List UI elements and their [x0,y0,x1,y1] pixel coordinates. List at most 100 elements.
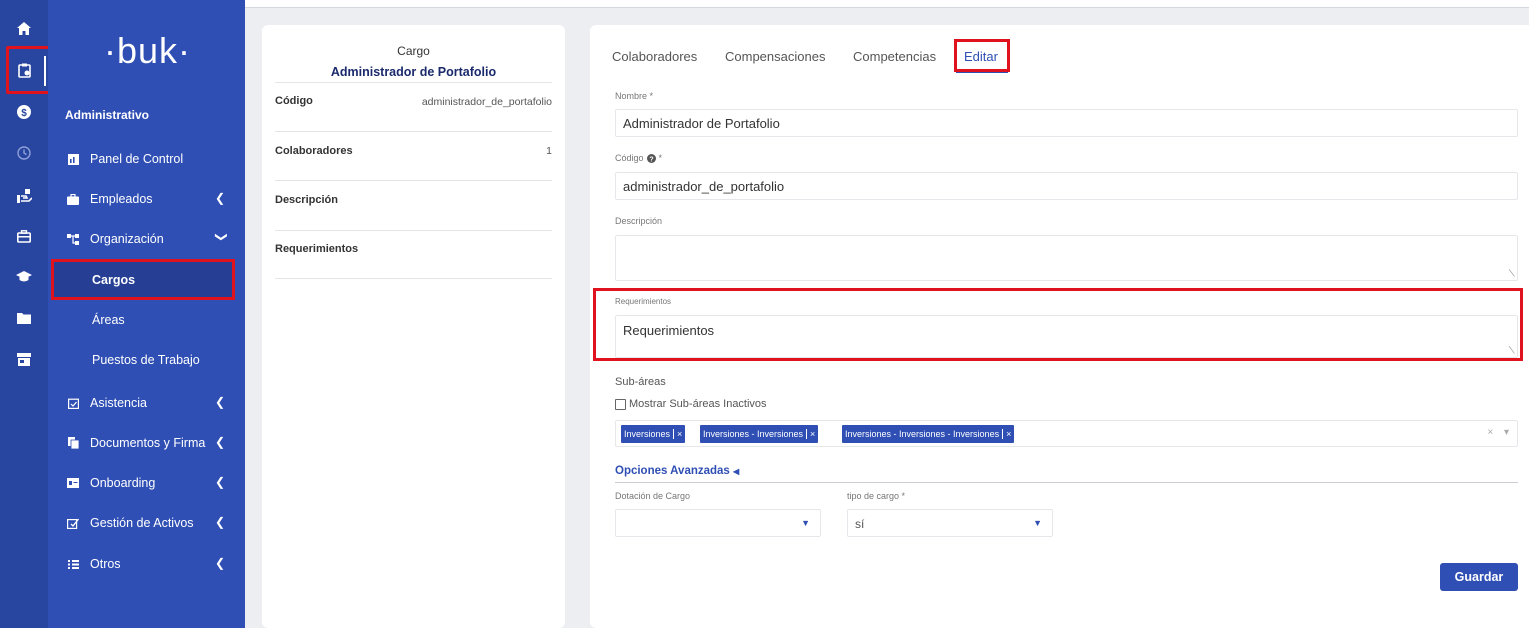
svg-text:$: $ [21,108,27,119]
sidebar-item-asistencia[interactable]: Asistencia ❮ [48,392,245,414]
nombre-label: Nombre * [615,91,654,101]
briefcase-icon[interactable] [0,222,48,250]
home-icon[interactable] [0,14,48,42]
show-inactive-checkbox[interactable] [615,398,626,410]
sidebar-item-otros[interactable]: Otros ❮ [48,553,245,575]
descripcion-textarea[interactable]: ⃥ [615,235,1518,281]
tab-competencias[interactable]: Competencias [853,49,936,64]
rail-active-marker [44,56,46,86]
hand-icon[interactable] [0,182,48,210]
subareas-label: Sub-áreas [615,376,666,388]
chevron-down-icon[interactable]: ▾ [1504,427,1509,438]
tag-remove-icon[interactable]: × [806,429,815,439]
top-bar [245,0,1529,8]
advanced-options-toggle[interactable]: Opciones Avanzadas ◀ [615,465,739,477]
dollar-icon[interactable]: $ [0,98,48,126]
sidebar-item-label: Gestión de Activos [90,516,194,530]
divider [275,131,552,132]
tab-colaboradores[interactable]: Colaboradores [612,49,697,64]
sidebar-subitem-areas[interactable]: Áreas [92,313,125,327]
descripcion-label: Descripción [615,216,663,226]
chevron-left-icon: ❮ [214,556,225,570]
dotacion-select[interactable]: ▼ [615,509,821,537]
cargo-title: Administrador de Portafolio [330,65,497,79]
sidebar-section-title: Administrativo [65,108,150,122]
edit-form-card: Colaboradores Compensaciones Competencia… [590,25,1529,628]
sidebar-item-label: Organización [90,232,164,246]
dashboard-icon [66,152,80,166]
chevron-down-icon: ❮ [212,231,227,243]
tag-label: Inversiones - Inversiones [703,429,804,439]
chevron-left-icon: ❮ [214,191,225,205]
info-label-colaboradores: Colaboradores [275,145,353,157]
sidebar-item-organizacion[interactable]: Organización ❮ [48,228,245,250]
sidebar-item-onboarding[interactable]: Onboarding ❮ [48,472,245,494]
sidebar-item-label: Otros [90,557,121,571]
sidebar-item-panel-de-control[interactable]: Panel de Control [48,148,245,170]
help-icon[interactable]: ? [646,153,656,163]
tipo-cargo-value: sí [855,517,865,531]
info-label-requerimientos: Requerimientos [275,243,359,255]
dropdown-caret-icon: ▼ [1033,518,1042,528]
info-label-descripcion: Descripción [275,194,338,206]
requerimientos-highlight-box [593,288,1523,361]
folder-icon[interactable] [0,304,48,332]
dropdown-caret-icon: ▼ [801,518,810,528]
codigo-label: Código [615,153,644,163]
subareas-multiselect[interactable]: Inversiones × Inversiones - Inversiones … [615,420,1518,447]
assets-icon [66,516,80,530]
tag-label: Inversiones - Inversiones - Inversiones [845,429,1000,439]
multiselect-controls: × ▾ [1487,427,1509,438]
sidebar-item-documentos[interactable]: Documentos y Firma ❮ [48,432,245,454]
chevron-left-icon: ❮ [214,475,225,489]
tipo-cargo-select[interactable]: sí ▼ [847,509,1053,537]
divider [615,482,1518,483]
clear-all-icon[interactable]: × [1487,427,1493,438]
icon-rail: $ [0,0,52,628]
subarea-tag: Inversiones - Inversiones - Inversiones … [842,425,1015,443]
chevron-left-icon: ❮ [214,435,225,449]
sidebar-subitem-puestos[interactable]: Puestos de Trabajo [92,353,200,367]
sidebar-item-gestion-activos[interactable]: Gestión de Activos ❮ [48,512,245,534]
save-button[interactable]: Guardar [1440,563,1518,591]
sidebar-subitem-cargos[interactable]: Cargos [92,273,135,287]
subarea-tag: Inversiones - Inversiones × [700,425,819,443]
codigo-required-mark: * [658,153,663,163]
tag-remove-icon[interactable]: × [1002,429,1011,439]
documents-icon [66,436,80,450]
tag-label: Inversiones [624,429,671,439]
tab-compensaciones[interactable]: Compensaciones [725,49,825,64]
advanced-options-label: Opciones Avanzadas [615,465,730,477]
subarea-tag: Inversiones × [621,425,686,443]
divider [275,82,552,83]
clock-icon[interactable] [0,139,48,167]
tag-remove-icon[interactable]: × [673,429,682,439]
codigo-label-row: Código ? * [615,153,662,163]
codigo-field[interactable]: administrador_de_portafolio [615,172,1518,200]
chevron-left-icon: ❮ [214,395,225,409]
calendar-check-icon [66,396,80,410]
tipo-cargo-label: tipo de cargo * [847,491,906,501]
buk-logo[interactable]: ·buk· [104,30,191,72]
sidebar-item-label: Empleados [90,192,153,206]
id-card-icon [66,476,80,490]
sidebar-item-label: Asistencia [90,396,147,410]
card-caption: Cargo [397,44,430,58]
show-inactive-row[interactable]: Mostrar Sub-áreas Inactivos [615,398,767,410]
cargos-highlight-box [51,259,235,300]
divider [275,180,552,181]
caret-left-icon: ◀ [733,467,740,476]
divider [275,278,552,279]
dotacion-label: Dotación de Cargo [615,491,691,501]
store-icon[interactable] [0,345,48,373]
sidebar-item-label: Panel de Control [90,152,184,166]
nombre-field[interactable]: Administrador de Portafolio [615,109,1518,137]
info-label-codigo: Código [275,95,313,107]
briefcase-icon [66,192,80,206]
show-inactive-label: Mostrar Sub-áreas Inactivos [629,398,767,410]
graduation-cap-icon[interactable] [0,263,48,291]
sidebar-item-label: Onboarding [90,476,156,490]
sidebar-item-label: Documentos y Firma [90,436,206,450]
sidebar-item-empleados[interactable]: Empleados ❮ [48,188,245,210]
chevron-left-icon: ❮ [214,515,225,529]
